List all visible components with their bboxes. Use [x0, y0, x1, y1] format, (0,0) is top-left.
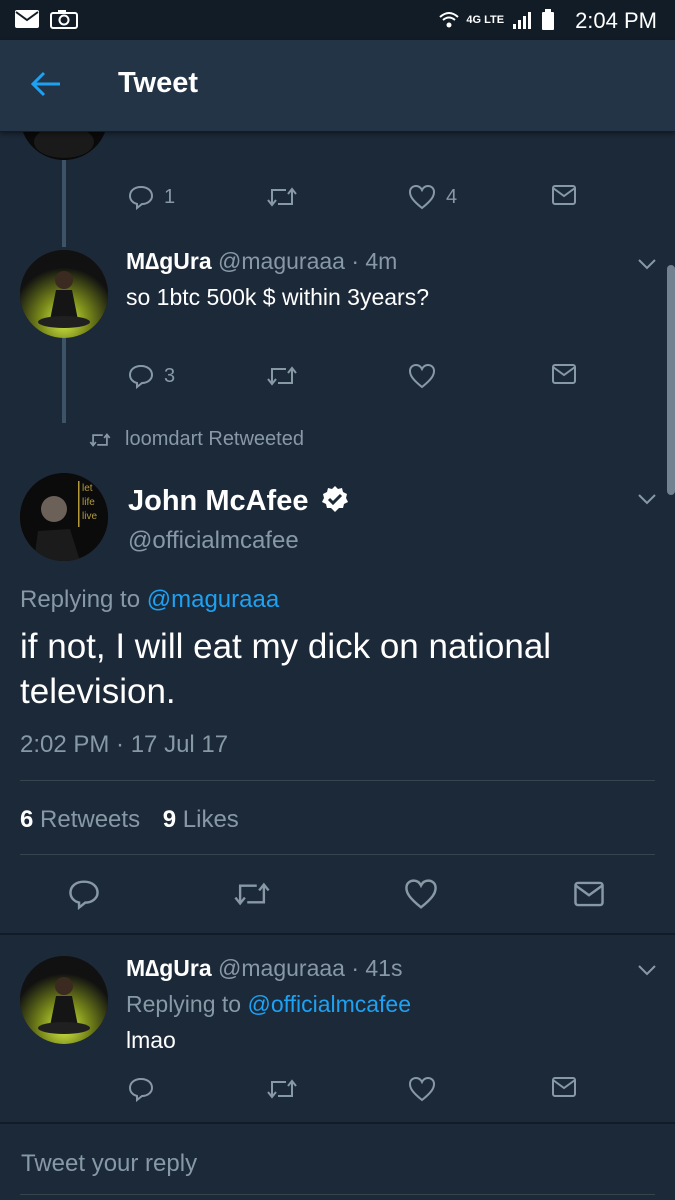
reply2-replying-prefix: Replying to — [126, 991, 248, 1017]
reply2-name: M∆gUra — [126, 955, 212, 981]
divider — [20, 854, 655, 855]
mail-share-icon — [552, 185, 576, 205]
mail-icon — [15, 10, 39, 28]
reply2-retweet-button[interactable] — [266, 1076, 298, 1102]
reply-input-underline — [20, 1194, 655, 1195]
retweet-icon — [234, 882, 270, 906]
reply1-handle: @maguraaa · 4m — [218, 248, 398, 274]
retweet-icon — [267, 1079, 297, 1099]
reply2-replying-to: Replying to @officialmcafee — [126, 991, 411, 1018]
share-button[interactable] — [551, 184, 577, 206]
reply-input-placeholder[interactable]: Tweet your reply — [21, 1150, 197, 1178]
main-tweet-text-line2: television. — [20, 672, 176, 711]
reply-composer[interactable]: Tweet your reply — [0, 1122, 675, 1200]
like-total: 9 — [162, 806, 177, 833]
chevron-down-icon[interactable] — [637, 492, 657, 506]
reply1-author[interactable]: M∆gUra @maguraaa · 4m — [126, 248, 397, 275]
divider — [0, 933, 675, 935]
reply-icon — [69, 880, 99, 910]
main-tweet-name-row[interactable]: John McAfee — [128, 485, 349, 518]
avatar-text-2: life — [82, 497, 95, 508]
status-left-icons — [14, 9, 79, 29]
page-title: Tweet — [118, 67, 199, 99]
back-arrow-icon[interactable] — [30, 70, 62, 98]
reply-icon — [128, 364, 154, 389]
heart-icon — [408, 184, 436, 210]
retweet-total-label: Retweets — [40, 806, 141, 833]
main-retweet-button[interactable] — [233, 878, 271, 910]
main-reply-button[interactable] — [68, 878, 100, 910]
heart-icon — [408, 363, 436, 389]
heart-icon — [408, 1076, 436, 1102]
verified-badge-icon — [321, 486, 348, 512]
avatar-text-1: let — [82, 483, 93, 494]
like-count: 4 — [446, 185, 458, 208]
retweet-total: 6 — [20, 806, 34, 833]
retweet-context-label[interactable]: loomdart Retweeted — [125, 428, 304, 451]
replying-prefix: Replying to — [20, 586, 147, 613]
main-tweet-name: John McAfee — [128, 485, 309, 517]
signal-icon — [512, 12, 531, 29]
battery-icon — [542, 9, 554, 30]
main-tweet-replying-to: Replying to @maguraaa — [20, 586, 279, 614]
avatar-maguraaa-2[interactable] — [20, 956, 108, 1044]
main-tweet-handle[interactable]: @officialmcafee — [128, 527, 299, 555]
reply2-like-button[interactable] — [408, 1076, 436, 1102]
chevron-down-icon[interactable] — [637, 963, 657, 977]
divider — [20, 780, 655, 781]
mail-share-icon — [552, 1077, 576, 1097]
camera-icon — [50, 10, 79, 29]
reply-count: 1 — [164, 185, 176, 208]
avatar-maguraaa[interactable] — [20, 250, 108, 338]
reply-icon — [128, 1077, 154, 1102]
retweet-icon — [267, 366, 297, 386]
reply2-author[interactable]: M∆gUra @maguraaa · 41s — [126, 955, 402, 982]
main-tweet-text-line1: if not, I will eat my dick on national — [20, 627, 552, 666]
chevron-down-icon[interactable] — [637, 257, 657, 271]
reply-icon — [128, 185, 154, 210]
retweet-icon — [267, 187, 297, 207]
reply2-reply-button[interactable] — [128, 1076, 154, 1102]
reply1-name: M∆gUra — [126, 248, 212, 274]
like-button[interactable]: 4 — [408, 184, 457, 210]
avatar-officialmcafee[interactable]: let life live — [20, 473, 108, 561]
reply1-reply-count: 3 — [164, 364, 176, 387]
status-bar: 4G LTE 2:04 PM — [0, 0, 675, 40]
avatar-text-3: live — [82, 511, 97, 522]
app-header: Tweet — [0, 40, 675, 132]
reply2-handle: @maguraaa · 41s — [218, 955, 403, 981]
reply1-share-button[interactable] — [551, 363, 577, 385]
reply1-like-button[interactable] — [408, 363, 436, 389]
retweet-context-icon — [89, 433, 111, 447]
reply-button[interactable]: 1 — [128, 184, 175, 210]
reply2-text: lmao — [126, 1027, 176, 1053]
mail-share-icon — [552, 364, 576, 384]
main-share-button[interactable] — [573, 880, 605, 908]
scrollbar[interactable] — [667, 265, 675, 495]
retweet-button[interactable] — [266, 184, 298, 210]
reply2-share-button[interactable] — [551, 1076, 577, 1098]
main-tweet-timestamp: 2:02 PM · 17 Jul 17 — [20, 731, 229, 758]
mail-share-icon — [574, 881, 604, 907]
network-label: 4G LTE — [466, 14, 505, 26]
reply1-text: so 1btc 500k $ within 3years? — [126, 284, 430, 310]
heart-icon — [405, 879, 437, 909]
wifi-icon — [439, 12, 459, 28]
engagement-row[interactable]: 6 Retweets 9 Likes — [20, 806, 239, 834]
status-right-icons: 4G LTE — [438, 9, 555, 31]
replying-to-link[interactable]: @maguraaa — [147, 586, 279, 613]
reply1-retweet-button[interactable] — [266, 363, 298, 389]
like-total-label: Likes — [182, 806, 239, 833]
reply1-reply-button[interactable]: 3 — [128, 363, 175, 389]
reply2-replying-link[interactable]: @officialmcafee — [247, 991, 411, 1017]
status-time: 2:04 PM — [575, 8, 657, 33]
main-like-button[interactable] — [404, 878, 438, 910]
thread-line-mid — [62, 338, 66, 423]
